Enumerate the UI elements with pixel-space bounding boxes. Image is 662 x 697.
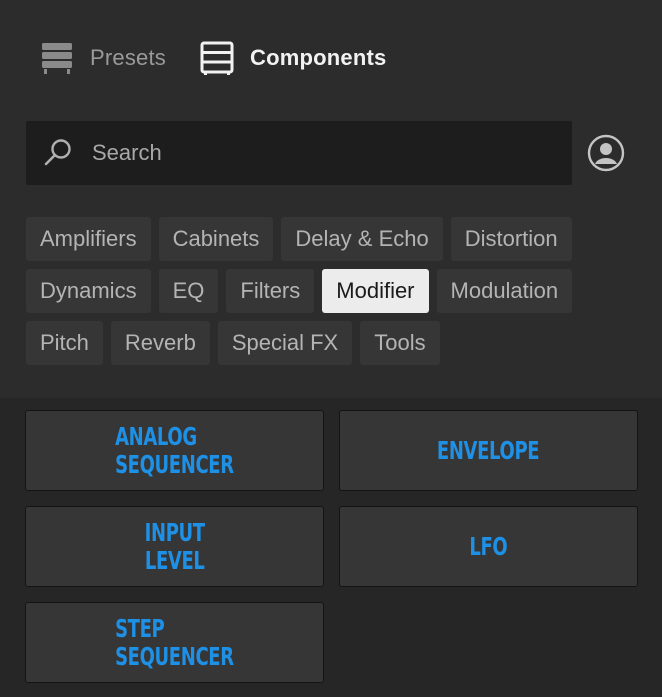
category-modifier[interactable]: Modifier (322, 269, 429, 313)
component-card-envelope[interactable]: ENVELOPE (339, 410, 638, 491)
components-icon (200, 41, 234, 75)
search-icon (44, 139, 71, 166)
tab-presets[interactable]: Presets (40, 38, 166, 78)
category-filter: Amplifiers Cabinets Delay & Echo Distort… (26, 217, 626, 373)
component-title: INPUT LEVEL (144, 517, 205, 575)
category-delay-echo[interactable]: Delay & Echo (281, 217, 443, 261)
category-amplifiers[interactable]: Amplifiers (26, 217, 151, 261)
category-filters[interactable]: Filters (226, 269, 315, 313)
category-modulation[interactable]: Modulation (436, 269, 573, 313)
search-input[interactable] (90, 139, 554, 167)
browser-header-panel: Presets Components Amplifier (0, 0, 662, 398)
search-box[interactable] (26, 121, 572, 185)
category-eq[interactable]: EQ (158, 269, 219, 313)
category-special-fx[interactable]: Special FX (217, 321, 353, 365)
category-distortion[interactable]: Distortion (450, 217, 572, 261)
category-tools[interactable]: Tools (360, 321, 440, 365)
component-card-input-level[interactable]: INPUT LEVEL (25, 506, 324, 587)
component-card-analog-sequencer[interactable]: ANALOG SEQUENCER (25, 410, 324, 491)
category-row-3: Pitch Reverb Special FX Tools (26, 321, 626, 365)
account-button[interactable] (587, 134, 625, 172)
tab-components[interactable]: Components (200, 38, 386, 78)
category-row-2: Dynamics EQ Filters Modifier Modulation (26, 269, 626, 313)
category-reverb[interactable]: Reverb (110, 321, 210, 365)
browser-tabs: Presets Components (40, 38, 386, 78)
tab-presets-label: Presets (90, 45, 166, 70)
component-card-lfo[interactable]: LFO (339, 506, 638, 587)
component-title: ENVELOPE (437, 435, 540, 465)
component-card-step-sequencer[interactable]: STEP SEQUENCER (25, 602, 324, 683)
user-icon (587, 134, 625, 172)
tab-components-label: Components (249, 45, 387, 70)
category-pitch[interactable]: Pitch (26, 321, 103, 365)
presets-icon (42, 43, 72, 74)
category-row-1: Amplifiers Cabinets Delay & Echo Distort… (26, 217, 626, 261)
component-title: ANALOG SEQUENCER (115, 421, 234, 479)
category-dynamics[interactable]: Dynamics (26, 269, 151, 313)
component-title: STEP SEQUENCER (115, 613, 234, 671)
component-title: LFO (469, 531, 508, 561)
category-cabinets[interactable]: Cabinets (158, 217, 274, 261)
